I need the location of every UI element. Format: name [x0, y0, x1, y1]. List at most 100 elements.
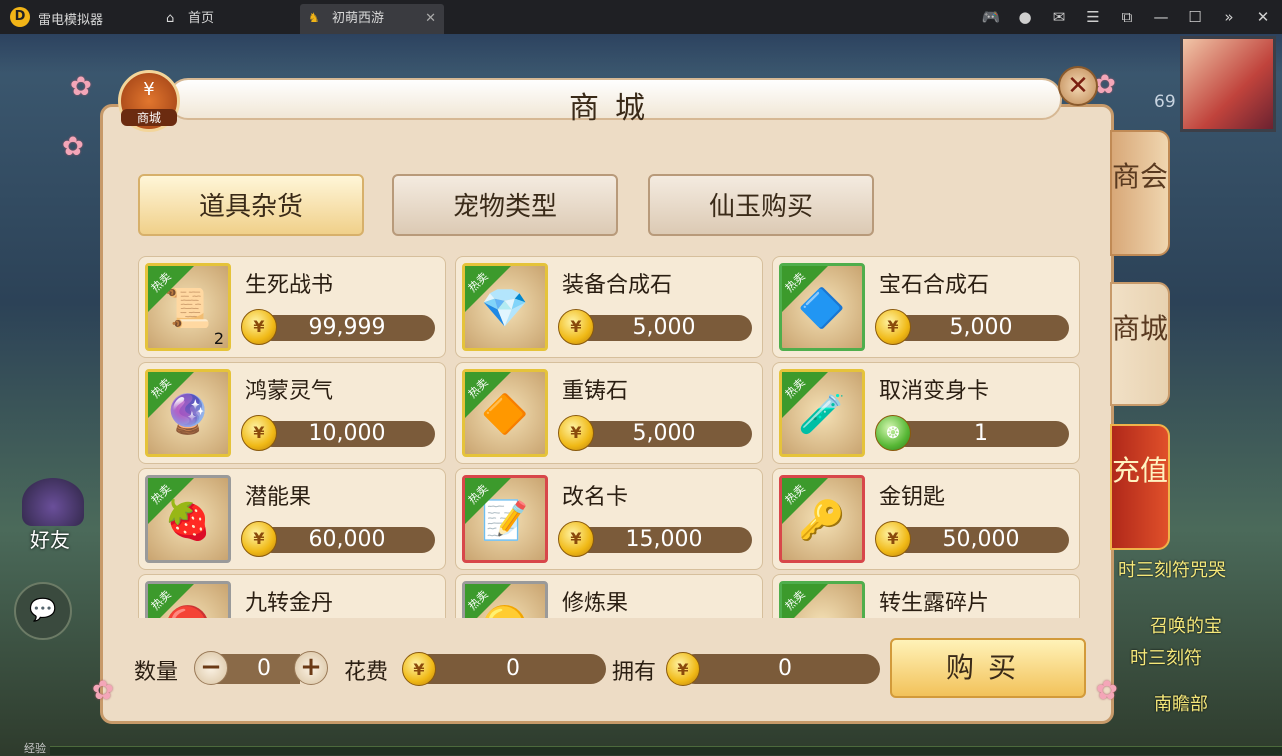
emulator-titlebar: D 雷电模拟器 ⌂ 首页 ♞ 初萌西游 ✕ 🎮 ● ✉ ☰ ⧉ — ☐ » ✕ [0, 0, 1282, 34]
item-icon-frame: 🔑 热卖 [779, 475, 865, 563]
price-bar: 15,000 [576, 527, 752, 553]
maximize-icon[interactable]: ☐ [1184, 6, 1206, 28]
money-bag-icon: ¥ [143, 79, 155, 100]
tab-game-label: 初萌西游 [332, 11, 385, 26]
gold-coin-icon: ¥ [558, 521, 594, 557]
item-name: 金钥匙 [879, 485, 946, 510]
item-icon-frame: 📜 热卖 2 [145, 263, 231, 351]
item-card[interactable]: 🔮 热卖 鸿蒙灵气 10,000 ¥ [138, 362, 446, 464]
item-name: 鸿蒙灵气 [245, 379, 334, 404]
close-tab-icon[interactable]: ✕ [425, 4, 436, 34]
item-icon-frame: 🔴 热卖 [145, 581, 231, 618]
item-name: 装备合成石 [562, 273, 673, 298]
item-card[interactable]: 🍓 热卖 潜能果 60,000 ¥ [138, 468, 446, 570]
app-name: 雷电模拟器 [38, 13, 104, 28]
side-tab-shop[interactable]: 商城 [1110, 282, 1170, 406]
mail-icon[interactable]: ✉ [1048, 6, 1070, 28]
price-bar: 50,000 [893, 527, 1069, 553]
price-bar: 99,999 [259, 315, 435, 341]
item-card[interactable]: 🧪 热卖 取消变身卡 1 ❂ [772, 362, 1080, 464]
item-name: 改名卡 [562, 485, 629, 510]
item-price: 60,000 [308, 527, 386, 552]
close-window-icon[interactable]: ✕ [1252, 6, 1274, 28]
side-tab-recharge[interactable]: 充值 [1110, 424, 1170, 550]
price-bar: 5,000 [893, 315, 1069, 341]
item-name: 九转金丹 [245, 591, 334, 616]
chat-icon[interactable]: 💬 [14, 582, 72, 640]
item-card[interactable]: 🟡 热卖 修炼果 [455, 574, 763, 618]
player-level: 69 [1154, 92, 1176, 112]
jade-coin-icon: ❂ [875, 415, 911, 451]
close-button[interactable]: ✕ [1058, 66, 1098, 106]
item-card[interactable]: 📜 热卖 2 生死战书 99,999 ¥ [138, 256, 446, 358]
scroll-text: 召唤的宝 [1150, 616, 1222, 637]
game-hud-top [0, 34, 1282, 74]
item-card[interactable]: 🔑 热卖 金钥匙 50,000 ¥ [772, 468, 1080, 570]
item-card[interactable]: 🔴 热卖 九转金丹 [138, 574, 446, 618]
buy-button[interactable]: 购买 [890, 638, 1086, 698]
exp-bar [50, 746, 1282, 755]
item-name: 重铸石 [562, 379, 629, 404]
player-portrait[interactable] [1180, 36, 1276, 132]
account-icon[interactable]: ● [1014, 6, 1036, 28]
item-name: 生死战书 [245, 273, 334, 298]
side-tab-guild[interactable]: 商会 [1110, 130, 1170, 256]
scroll-text: 时三刻符 [1130, 648, 1202, 669]
quantity-value[interactable]: 0 [248, 654, 280, 684]
home-icon: ⌂ [166, 11, 175, 26]
tab-home-label: 首页 [188, 11, 215, 26]
menu-icon[interactable]: ☰ [1082, 6, 1104, 28]
owned-value: 0 [778, 656, 792, 681]
item-price: 5,000 [632, 315, 696, 340]
collapse-icon[interactable]: » [1218, 6, 1240, 28]
scroll-text: 时三刻符咒哭 [1118, 560, 1226, 581]
item-price: 1 [974, 421, 988, 446]
item-card[interactable]: 📝 热卖 改名卡 15,000 ¥ [455, 468, 763, 570]
item-name: 转生露碎片 [879, 591, 990, 616]
item-icon-frame: 🟡 热卖 [462, 581, 548, 618]
cost-label: 花费 [344, 660, 389, 685]
minimize-icon[interactable]: — [1150, 6, 1172, 28]
tab-game[interactable]: ♞ 初萌西游 ✕ [300, 4, 444, 34]
item-icon-frame: 🔶 热卖 [462, 369, 548, 457]
tab-jade-purchase[interactable]: 仙玉购买 [648, 174, 874, 236]
increase-button[interactable]: + [294, 651, 328, 685]
item-price: 15,000 [625, 527, 703, 552]
item-card[interactable]: 🔷 热卖 宝石合成石 5,000 ¥ [772, 256, 1080, 358]
item-card[interactable]: 💎 热卖 装备合成石 5,000 ¥ [455, 256, 763, 358]
decrease-button[interactable]: − [194, 651, 228, 685]
friend-icon[interactable] [22, 478, 84, 526]
price-bar: 1 [893, 421, 1069, 447]
item-icon-frame: 💎 热卖 [462, 263, 548, 351]
gold-coin-icon: ¥ [558, 309, 594, 345]
price-bar: 10,000 [259, 421, 435, 447]
gold-coin-icon: ¥ [666, 652, 700, 686]
item-price: 5,000 [632, 421, 696, 446]
gold-coin-icon: ¥ [241, 521, 277, 557]
item-card[interactable]: 🔹 热卖 转生露碎片 [772, 574, 1080, 618]
restore-popout-icon[interactable]: ⧉ [1116, 6, 1138, 28]
gamepad-icon[interactable]: 🎮 [980, 6, 1002, 28]
side-tab-label: 商城 [1112, 312, 1169, 345]
tab-home[interactable]: ⌂ 首页 [160, 4, 290, 34]
item-icon-frame: 🧪 热卖 [779, 369, 865, 457]
item-quantity: 2 [213, 329, 224, 348]
item-name: 宝石合成石 [879, 273, 990, 298]
flower-decoration-icon: ✿ [92, 676, 114, 706]
tab-pets[interactable]: 宠物类型 [392, 174, 618, 236]
item-icon-frame: 🔹 热卖 [779, 581, 865, 618]
price-bar: 60,000 [259, 527, 435, 553]
shop-title-bar: 商城 [168, 78, 1062, 126]
price-bar: 5,000 [576, 421, 752, 447]
item-grid: 📜 热卖 2 生死战书 99,999 ¥ 💎 热卖 装备合成石 5,000 ¥ … [138, 256, 1080, 618]
item-icon-frame: 🍓 热卖 [145, 475, 231, 563]
item-card[interactable]: 🔶 热卖 重铸石 5,000 ¥ [455, 362, 763, 464]
tab-props[interactable]: 道具杂货 [138, 174, 364, 236]
cost-value: 0 [506, 656, 520, 681]
shop-badge: ¥ 商城 [118, 70, 180, 132]
gold-coin-icon: ¥ [241, 415, 277, 451]
quantity-label: 数量 [134, 660, 179, 685]
gold-coin-icon: ¥ [875, 309, 911, 345]
page-title: 商城 [569, 91, 661, 126]
gold-coin-icon: ¥ [402, 652, 436, 686]
